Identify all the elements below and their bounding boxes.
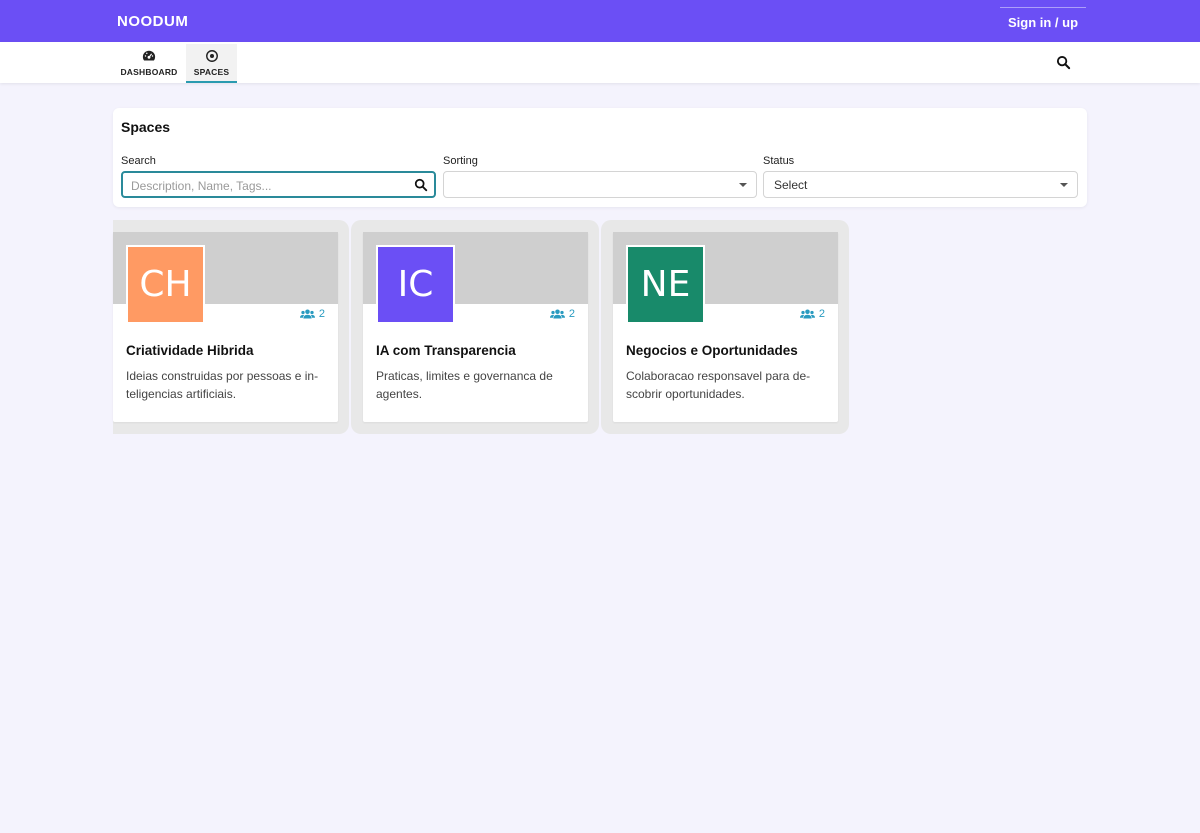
space-title: Criatividade Hibrida (126, 343, 254, 358)
search-icon[interactable] (1056, 55, 1071, 70)
member-count-value: 2 (568, 308, 575, 320)
member-count: 2 (799, 308, 825, 320)
top-bar: NOODUM Sign in / up (0, 0, 1200, 42)
spaces-target-icon (205, 50, 218, 62)
users-icon (549, 309, 565, 319)
status-value: Select (774, 178, 808, 192)
users-icon (799, 309, 815, 319)
sorting-label: Sorting (443, 155, 478, 167)
space-title: Negocios e Oportunidades (626, 343, 798, 358)
space-title: IA com Transparencia (376, 343, 516, 358)
nav-tab-spaces[interactable]: SPACES (186, 44, 237, 83)
nav-tab-dashboard-label: DASHBOARD (120, 67, 178, 77)
space-card[interactable]: CH 2 Criatividade Hibrida Ideias constru… (113, 232, 338, 422)
search-input[interactable] (131, 177, 411, 195)
nav-bar: DASHBOARD SPACES (0, 42, 1200, 83)
space-card-wrapper: NE 2 Negocios e Oportunidades Colaboraca… (601, 220, 849, 434)
space-card-wrapper: CH 2 Criatividade Hibrida Ideias constru… (113, 220, 349, 434)
space-avatar: NE (626, 245, 705, 324)
space-description: Colaboracao responsavel para de-scobrir … (626, 369, 811, 401)
space-avatar: CH (126, 245, 205, 324)
status-label: Status (763, 155, 795, 167)
space-card[interactable]: NE 2 Negocios e Oportunidades Colaboraca… (613, 232, 838, 422)
member-count-value: 2 (818, 308, 825, 320)
status-select[interactable]: Select (763, 171, 1078, 198)
search-field (121, 171, 436, 198)
member-count: 2 (299, 308, 325, 320)
dashboard-gauge-icon (142, 50, 156, 61)
users-icon (299, 309, 315, 319)
space-avatar: IC (376, 245, 455, 324)
member-count-value: 2 (318, 308, 325, 320)
sign-in-button[interactable]: Sign in / up (1000, 7, 1086, 36)
nav-tab-spaces-label: SPACES (193, 67, 230, 77)
filter-panel: Spaces Search Sorting Status Select (113, 108, 1087, 207)
sorting-select[interactable] (443, 171, 757, 198)
space-description: Praticas, limites e governanca de agente… (376, 369, 553, 401)
member-count: 2 (549, 308, 575, 320)
search-label: Search (121, 155, 156, 167)
caret-down-icon (739, 183, 747, 187)
page-title: Spaces (121, 119, 171, 135)
search-icon[interactable] (414, 178, 428, 192)
space-description: Ideias construidas por pessoas e in-teli… (126, 369, 319, 401)
nav-tab-dashboard[interactable]: DASHBOARD (117, 44, 181, 83)
brand-logo[interactable]: NOODUM (117, 13, 188, 30)
space-card-wrapper: IC 2 IA com Transparencia Praticas, limi… (351, 220, 599, 434)
space-card[interactable]: IC 2 IA com Transparencia Praticas, limi… (363, 232, 588, 422)
caret-down-icon (1060, 183, 1068, 187)
